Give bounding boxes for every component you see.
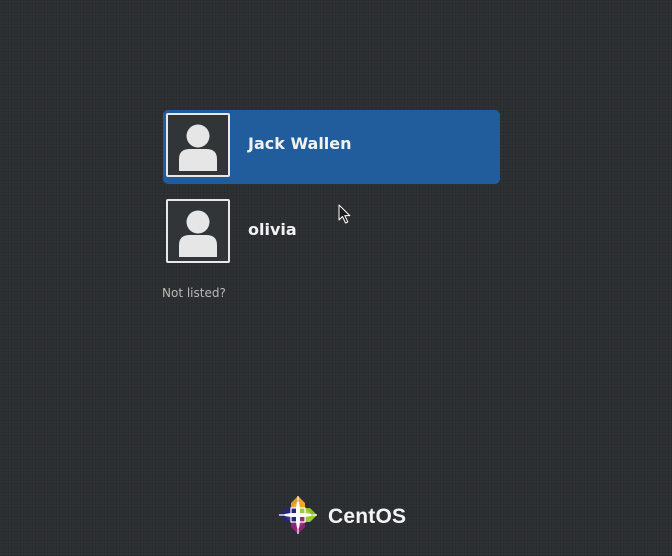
user-list: Jack Wallen olivia [163,110,500,282]
centos-branding: CentOS [276,496,406,538]
centos-wordmark: CentOS [328,505,407,528]
user-avatar-icon [166,113,230,177]
user-avatar-icon [166,199,230,263]
user-name: olivia [248,220,297,239]
user-row-olivia[interactable]: olivia [163,196,500,270]
user-row-jack-wallen[interactable]: Jack Wallen [163,110,500,184]
user-name: Jack Wallen [248,134,352,153]
centos-logo-icon [276,493,320,541]
not-listed-link[interactable]: Not listed? [162,286,226,300]
arrow-cursor-icon [338,204,352,228]
